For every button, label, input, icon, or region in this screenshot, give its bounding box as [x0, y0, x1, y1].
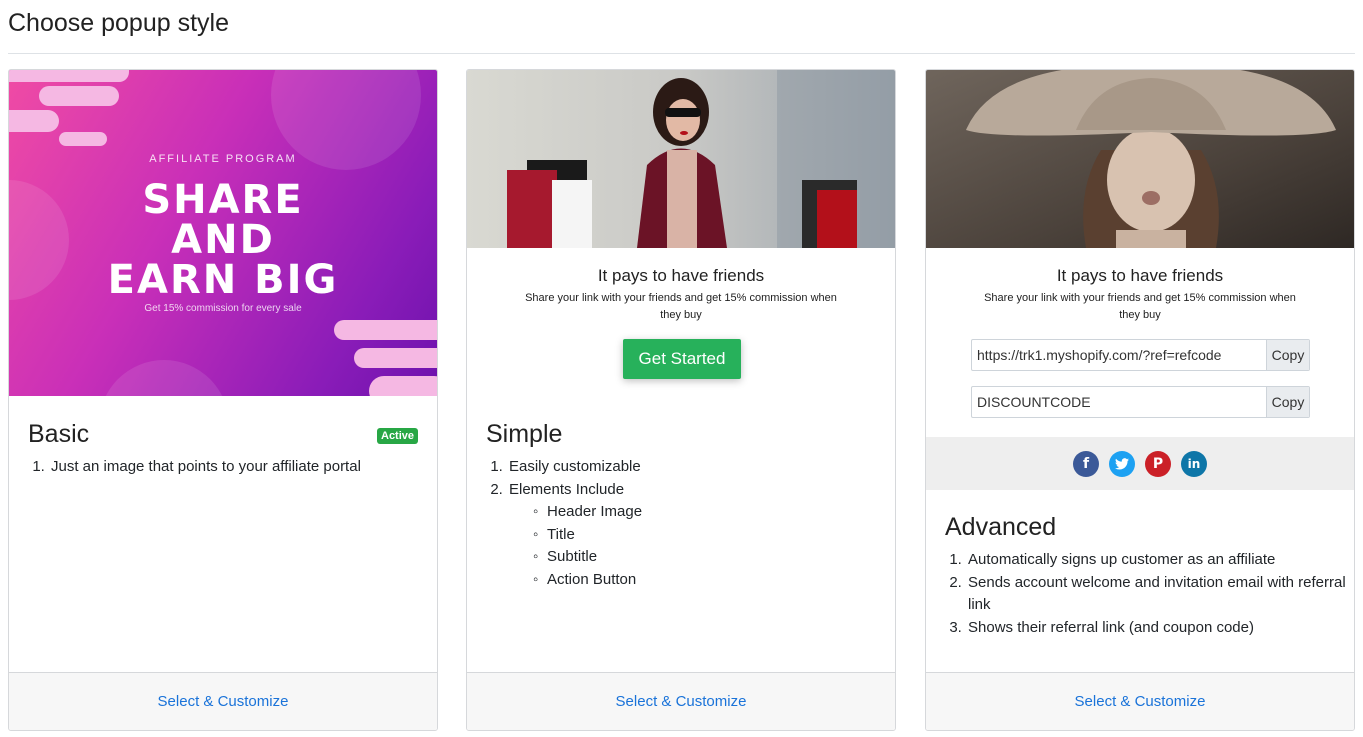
card-title: Advanced	[945, 513, 1057, 541]
feature-list: Just an image that points to your affili…	[9, 456, 361, 479]
card-basic: AFFILIATE PROGRAM SHARE AND EARN BIG Get…	[8, 69, 438, 731]
twitter-icon	[1109, 450, 1135, 477]
card-advanced: It pays to have friends Share your link …	[925, 69, 1355, 731]
title-divider	[8, 53, 1355, 54]
list-item: Subtitle	[533, 546, 642, 569]
card-footer: Select & Customize	[467, 672, 895, 730]
list-item: Action Button	[533, 569, 642, 592]
select-customize-link[interactable]: Select & Customize	[616, 693, 747, 710]
preview-headline: SHARE AND EARN BIG	[107, 177, 339, 303]
copy-code-button: Copy	[1266, 387, 1309, 417]
page-title: Choose popup style	[8, 9, 229, 37]
linkedin-icon: in	[1181, 450, 1207, 477]
list-item: Just an image that points to your affili…	[49, 456, 361, 479]
select-customize-link[interactable]: Select & Customize	[158, 693, 289, 710]
preview-subtext: Get 15% commission for every sale	[144, 303, 302, 314]
active-badge: Active	[377, 428, 419, 444]
list-item: Automatically signs up customer as an af…	[966, 549, 1346, 572]
list-item: Header Image	[533, 501, 642, 524]
list-item: Shows their referral link (and coupon co…	[966, 617, 1346, 640]
pinterest-icon: P	[1145, 450, 1171, 477]
copy-link-button: Copy	[1266, 340, 1309, 370]
list-item: Easily customizable	[507, 456, 642, 479]
get-started-button: Get Started	[623, 339, 741, 379]
feature-list: Automatically signs up customer as an af…	[926, 549, 1346, 639]
facebook-icon: f	[1073, 450, 1099, 477]
popup-subtext: Share your link with your friends and ge…	[984, 292, 1296, 321]
popup-subtext: Share your link with your friends and ge…	[525, 292, 837, 321]
list-item: Sends account welcome and invitation ema…	[966, 572, 1346, 617]
referral-link-value: https://trk1.myshopify.com/?ref=refcode	[977, 347, 1222, 363]
discount-code-field: DISCOUNTCODE Copy	[971, 386, 1310, 418]
card-footer: Select & Customize	[9, 672, 437, 730]
social-share-bar: f P in	[926, 437, 1354, 490]
card-footer: Select & Customize	[926, 672, 1354, 730]
popup-heading: It pays to have friends	[1056, 266, 1224, 285]
sub-feature-list: Header Image Title Subtitle Action Butto…	[509, 501, 642, 591]
popup-heading: It pays to have friends	[597, 266, 765, 285]
preview-label: AFFILIATE PROGRAM	[149, 153, 297, 165]
feature-list: Easily customizable Elements Include Hea…	[467, 456, 642, 591]
select-customize-link[interactable]: Select & Customize	[1075, 693, 1206, 710]
list-item: Elements Include Header Image Title Subt…	[507, 479, 642, 592]
basic-preview-image: AFFILIATE PROGRAM SHARE AND EARN BIG Get…	[9, 70, 437, 396]
card-title: Basic	[28, 420, 90, 448]
card-simple: It pays to have friends Share your link …	[466, 69, 896, 731]
list-item: Title	[533, 524, 642, 547]
header-image	[467, 70, 895, 248]
referral-link-field: https://trk1.myshopify.com/?ref=refcode …	[971, 339, 1310, 371]
discount-code-value: DISCOUNTCODE	[977, 394, 1091, 410]
header-image	[926, 70, 1354, 248]
card-title: Simple	[486, 420, 563, 448]
